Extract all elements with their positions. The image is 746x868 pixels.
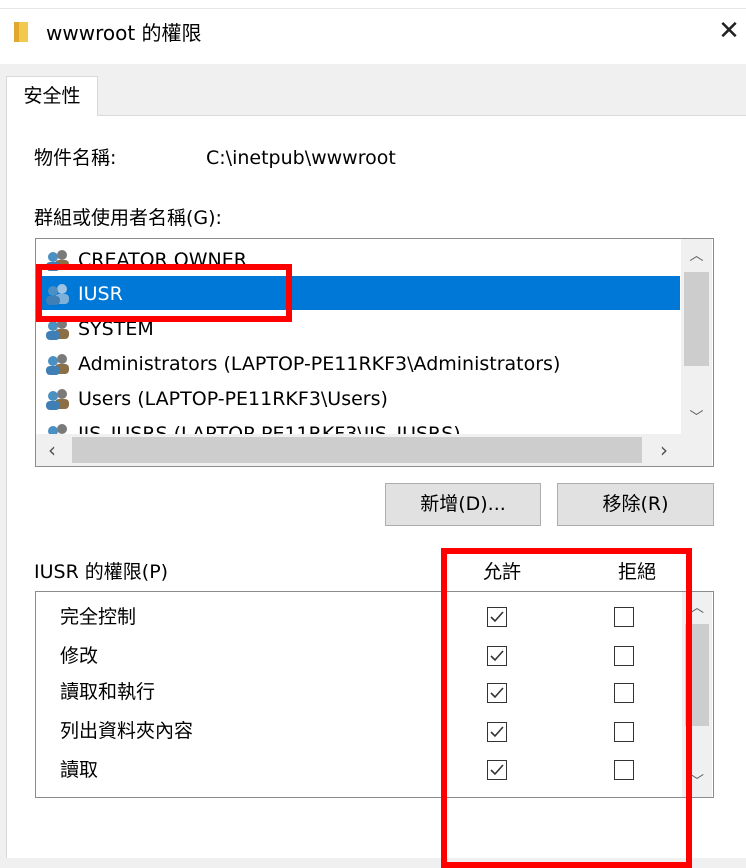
scroll-left-icon[interactable]: ‹ (40, 436, 64, 464)
permission-row: 列出資料夾內容 (60, 713, 193, 749)
window-title: wwwroot 的權限 (46, 21, 202, 45)
scrollbar-thumb[interactable] (684, 272, 709, 366)
permissions-label: IUSR 的權限(P) (34, 561, 169, 583)
permission-row: 讀取 (60, 752, 98, 788)
folder-icon (14, 22, 28, 42)
permission-name: 讀取 (60, 759, 99, 781)
remove-button[interactable]: 移除(R) (557, 483, 714, 526)
scrollbar-thumb[interactable] (72, 437, 642, 463)
permission-name: 修改 (60, 645, 99, 667)
user-group-icon (46, 354, 69, 375)
permission-name: 完全控制 (60, 606, 137, 628)
add-button[interactable]: 新增(D)... (385, 483, 541, 526)
top-border (0, 8, 746, 9)
tab-security[interactable]: 安全性 (6, 76, 98, 116)
scroll-down-icon[interactable]: ﹀ (681, 406, 712, 430)
permission-row: 修改 (60, 638, 98, 674)
annotation-highlight-iusr (36, 264, 292, 322)
list-item-label: Users (LAPTOP-PE11RKF3\Users) (78, 388, 388, 410)
list-item-label: Administrators (LAPTOP-PE11RKF3\Administ… (78, 353, 561, 375)
user-group-icon (48, 424, 67, 434)
permission-row: 完全控制 (60, 599, 136, 635)
permission-row: 讀取和執行 (60, 674, 155, 710)
groups-label: 群組或使用者名稱(G): (34, 207, 222, 229)
scrollbar-corner (681, 434, 712, 466)
annotation-highlight-permission-columns (441, 548, 692, 868)
permission-name: 列出資料夾內容 (60, 720, 194, 742)
object-name-value: C:\inetpub\wwwroot (206, 147, 396, 169)
scroll-up-icon[interactable]: ︿ (681, 244, 712, 268)
close-icon[interactable]: ✕ (716, 18, 742, 44)
object-name-label: 物件名稱: (34, 147, 117, 169)
permission-name: 讀取和執行 (60, 681, 156, 703)
scroll-right-icon[interactable]: › (652, 436, 676, 464)
list-item-label: IIS_IUSRS (LAPTOP-PE11RKF3\IIS_IUSRS) (78, 423, 461, 434)
user-group-icon (46, 389, 69, 410)
